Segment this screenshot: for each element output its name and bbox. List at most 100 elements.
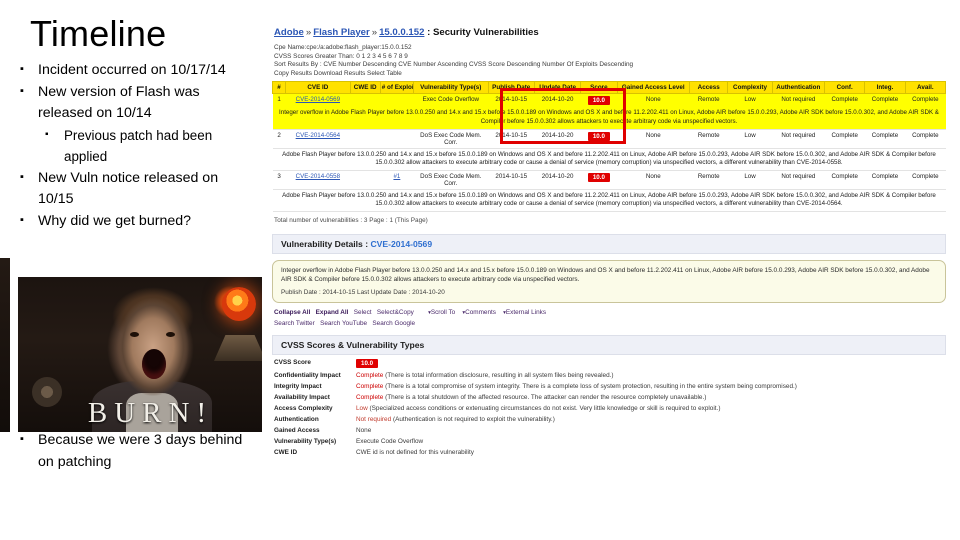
cve-link[interactable]: CVE-2014-0564	[296, 132, 340, 139]
col-cwe-id[interactable]: CWE ID	[349, 81, 381, 95]
cell-publish-date: 2014-10-15	[488, 93, 535, 108]
breadcrumb-version[interactable]: 15.0.0.152	[379, 27, 424, 38]
cvss-label: Confidentiality Impact	[274, 372, 341, 380]
bullet-list-top: Incident occurred on 10/17/14 New versio…	[14, 59, 254, 233]
search-twitter-link[interactable]: Search Twitter	[274, 320, 315, 327]
scroll-to-dropdown[interactable]: Scroll To	[428, 309, 455, 316]
cell-cve-id[interactable]: CVE-2014-0564	[285, 129, 351, 149]
cvss-row-access-complexity: Access Complexity Low (Specialized acces…	[272, 403, 946, 414]
burn-meme-photo: BURN!	[18, 277, 283, 432]
cvss-filter-line[interactable]: CVSS Scores Greater Than: 0 1 2 3 4 5 6 …	[262, 53, 956, 62]
vulnerability-table-wrapper: # CVE ID CWE ID # of Exploits Vulnerabil…	[262, 78, 956, 212]
cvss-value-text: Complete	[356, 372, 384, 380]
cvss-row-integrity: Integrity Impact Complete (There is a to…	[272, 381, 946, 392]
exploit-count-link[interactable]: #1	[393, 173, 400, 180]
cvss-label: Integrity Impact	[274, 383, 322, 391]
cvss-row-authentication: Authentication Not required (Authenticat…	[272, 414, 946, 425]
cvss-value-text: Low	[356, 405, 368, 413]
col-conf[interactable]: Conf.	[824, 81, 866, 95]
cvss-label: Vulnerability Type(s)	[274, 438, 337, 446]
burn-caption: BURN!	[87, 397, 214, 429]
table-totals: Total number of vulnerabilities : 3 Page…	[274, 216, 428, 224]
cell-access: Remote	[689, 129, 728, 149]
page-title: Timeline	[30, 13, 167, 54]
score-badge: 10.0	[587, 131, 610, 141]
col-publish-date[interactable]: Publish Date	[487, 81, 535, 95]
cell-cve-id[interactable]: CVE-2014-0569	[285, 93, 351, 108]
comments-dropdown[interactable]: Comments	[462, 309, 496, 316]
list-item: New version of Flash was released on 10/…	[14, 81, 254, 125]
bullet-list-bottom: Because we were 3 days behind on patchin…	[14, 429, 260, 473]
table-row[interactable]: 3 CVE-2014-0558 #1 DoS Exec Code Mem. Co…	[272, 170, 946, 190]
vulnerability-description: Integer overflow in Adobe Flash Player b…	[281, 266, 930, 284]
cell-authentication: Not required	[772, 170, 825, 190]
cvss-row-gained-access: Gained Access None	[272, 425, 946, 436]
cvss-row-confidentiality: Confidentiality Impact Complete (There i…	[272, 370, 946, 381]
publish-update-dates: Publish Date : 2014-10-15 Last Update Da…	[281, 288, 445, 296]
col-cve-id[interactable]: CVE ID	[285, 81, 351, 95]
cell-num: 3	[272, 170, 286, 190]
col-gained-access[interactable]: Gained Access Level	[616, 81, 691, 95]
col-score[interactable]: Score	[580, 81, 618, 95]
cell-cve-id[interactable]: CVE-2014-0558	[285, 170, 351, 190]
cell-complexity: Low	[727, 93, 773, 108]
cvss-value-note: (There is a total shutdown of the affect…	[385, 394, 707, 402]
copy-results-line[interactable]: Copy Results Download Results Select Tab…	[262, 70, 956, 79]
cell-complexity: Low	[727, 129, 773, 149]
table-row[interactable]: 2 CVE-2014-0564 DoS Exec Code Mem. Corr.…	[272, 129, 946, 149]
cell-vuln-types: DoS Exec Code Mem. Corr.	[413, 170, 489, 190]
cve-link[interactable]: CVE-2014-0569	[296, 96, 340, 103]
breadcrumb-product[interactable]: Flash Player	[313, 27, 370, 38]
table-row-description: Adobe Flash Player before 13.0.0.250 and…	[272, 148, 946, 171]
score-badge: 10.0	[587, 172, 610, 182]
cell-score: 10.0	[580, 170, 618, 190]
col-access[interactable]: Access	[689, 81, 729, 95]
select-link[interactable]: Select	[354, 309, 372, 316]
expand-all-link[interactable]: Expand All	[316, 309, 349, 316]
cell-vuln-types: Exec Code Overflow	[413, 93, 489, 108]
cve-link[interactable]: CVE-2014-0558	[296, 173, 340, 180]
col-avail[interactable]: Avail.	[904, 81, 947, 95]
col-complexity[interactable]: Complexity	[727, 81, 773, 95]
external-links-dropdown[interactable]: External Links	[503, 309, 546, 316]
col-num[interactable]: #	[271, 81, 287, 95]
person-mouth	[142, 349, 166, 379]
cvss-value: Not required (Authentication is not requ…	[354, 414, 946, 425]
cell-cwe-id	[350, 170, 381, 190]
table-row[interactable]: 1 CVE-2014-0569 Exec Code Overflow 2014-…	[272, 93, 946, 108]
breadcrumb-separator: »	[305, 27, 312, 38]
cvss-value: Execute Code Overflow	[356, 438, 424, 446]
col-vuln-types[interactable]: Vulnerability Type(s)	[413, 81, 489, 95]
col-update-date[interactable]: Update Date	[533, 81, 582, 95]
cvss-value-text: Complete	[356, 394, 384, 402]
collapse-all-link[interactable]: Collapse All	[274, 309, 310, 316]
cvss-table: CVSS Score 10.0 Confidentiality Impact C…	[272, 357, 946, 458]
cvss-value-note: (Authentication is not required to explo…	[392, 416, 555, 424]
select-and-copy-link[interactable]: Select&Copy	[377, 309, 414, 316]
col-exploits[interactable]: # of Exploits	[379, 81, 415, 95]
cell-access: Remote	[689, 170, 728, 190]
search-youtube-link[interactable]: Search YouTube	[320, 320, 367, 327]
breadcrumb-vendor[interactable]: Adobe	[274, 27, 304, 38]
breadcrumb-separator-2: »	[371, 27, 378, 38]
details-cve-id[interactable]: CVE-2014-0569	[370, 239, 432, 249]
cell-avail: Complete	[905, 170, 946, 190]
cell-vuln-types: DoS Exec Code Mem. Corr.	[413, 129, 489, 149]
cell-publish-date: 2014-10-15	[488, 170, 535, 190]
person-eye-right	[166, 332, 175, 337]
cpe-name-line: Cpe Name:cpe:/a:adobe:flash_player:15.0.…	[274, 44, 412, 51]
cell-conf: Complete	[824, 129, 865, 149]
lamp-shade	[214, 335, 266, 361]
cvss-table-wrapper: CVSS Score 10.0 Confidentiality Impact C…	[262, 355, 956, 458]
cell-integ: Complete	[864, 93, 906, 108]
cell-complexity: Low	[727, 170, 773, 190]
cvss-value: 10.0	[354, 357, 946, 370]
list-item: Why did we get burned?	[14, 210, 254, 233]
col-integ[interactable]: Integ.	[864, 81, 906, 95]
row-description: Integer overflow in Adobe Flash Player b…	[272, 107, 946, 130]
col-authentication[interactable]: Authentication	[771, 81, 826, 95]
cell-avail: Complete	[905, 129, 946, 149]
cell-exploits[interactable]: #1	[380, 170, 414, 190]
sort-results-line[interactable]: Sort Results By : CVE Number Descending …	[262, 61, 956, 70]
search-google-link[interactable]: Search Google	[372, 320, 415, 327]
